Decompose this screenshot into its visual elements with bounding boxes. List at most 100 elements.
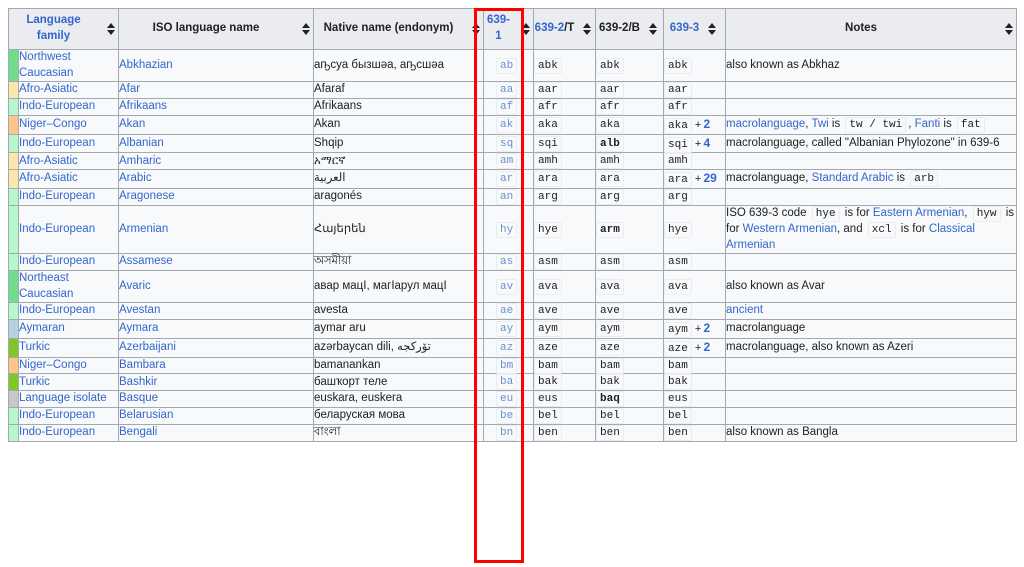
language-family-link[interactable]: Afro-Asiatic <box>19 83 78 95</box>
cell-language-family: Niger–Congo <box>18 114 119 135</box>
family-color-swatch <box>8 81 19 99</box>
iso-language-name-link[interactable]: Bambara <box>119 359 166 371</box>
sort-icon[interactable] <box>104 23 118 35</box>
language-family-link[interactable]: Northeast Caucasian <box>19 272 73 300</box>
language-family-link[interactable]: Indo-European <box>19 223 95 235</box>
language-family-link[interactable]: Indo-European <box>19 304 95 316</box>
cell-code-639-1: ay <box>483 318 534 339</box>
table-row: Indo-European Armenian Հայերեն hy hye arm hye I… <box>8 204 1017 255</box>
page-root: Language family ISO language name Native… <box>0 0 1024 567</box>
col-header-language-family[interactable]: Language family <box>8 8 119 50</box>
sort-icon[interactable] <box>646 23 660 35</box>
language-family-link[interactable]: Indo-European <box>19 100 95 112</box>
cell-language-family: Aymaran <box>18 318 119 339</box>
iso-language-name-link[interactable]: Arabic <box>119 172 152 184</box>
iso-language-name-link[interactable]: Afrikaans <box>119 100 167 112</box>
language-family-link[interactable]: Aymaran <box>19 322 65 334</box>
cell-iso-language-name: Bashkir <box>118 373 314 392</box>
note-text: , and <box>837 222 866 235</box>
table-row: Afro-Asiatic Arabic العربية ar ara ara ara + 29… <box>8 169 1017 190</box>
language-family-link[interactable]: Indo-European <box>19 255 95 267</box>
cell-iso-language-name: Avestan <box>118 302 314 320</box>
iso-language-name-link[interactable]: Albanian <box>119 137 164 149</box>
family-color-swatch <box>8 204 19 255</box>
sort-icon[interactable] <box>705 23 719 35</box>
cell-native-name: aragonés <box>313 188 484 206</box>
sort-icon[interactable] <box>580 23 594 35</box>
cell-code-639-2-t-code: bam <box>534 357 562 374</box>
iso-language-name-link[interactable]: Azerbaijani <box>119 341 176 353</box>
language-family-link[interactable]: Turkic <box>19 341 50 353</box>
iso-language-name-link[interactable]: Aragonese <box>119 190 175 202</box>
cell-code-639-2-t-code: hye <box>534 221 562 238</box>
col-header-639-3[interactable]: 639-3 <box>663 8 726 50</box>
cell-code-639-1-code: av <box>496 278 518 295</box>
language-family-link[interactable]: Language isolate <box>19 392 107 404</box>
cell-code-639-2-t: aar <box>533 81 596 99</box>
cell-code-639-2-t-code: ava <box>534 278 562 295</box>
table-row: Afro-Asiatic Amharic አማርኛ am amh amh amh <box>8 152 1017 171</box>
sort-icon[interactable] <box>299 23 313 35</box>
cell-code-639-2-b: aym <box>595 318 664 339</box>
iso-language-name-link[interactable]: Bengali <box>119 426 157 438</box>
iso-language-name-link[interactable]: Avestan <box>119 304 160 316</box>
note-link[interactable]: Western Armenian <box>743 223 837 235</box>
language-family-link[interactable]: Northwest Caucasian <box>19 51 73 79</box>
note-text: also known as Avar <box>726 279 825 292</box>
sort-icon[interactable] <box>469 23 483 35</box>
cell-language-family: Turkic <box>18 337 119 358</box>
iso-language-name-link[interactable]: Akan <box>119 118 145 130</box>
col-header-639-2-b[interactable]: 639-2/B <box>595 8 664 50</box>
cell-code-639-2-b-code: arg <box>596 189 624 206</box>
cell-notes <box>725 188 1017 206</box>
cell-code-639-1: hy <box>483 204 534 255</box>
cell-code-639-3-code: ava <box>664 278 692 295</box>
language-family-link[interactable]: Afro-Asiatic <box>19 155 78 167</box>
col-header-639-1[interactable]: 639-1 <box>483 8 534 50</box>
iso-language-name-link[interactable]: Aymara <box>119 322 158 334</box>
language-family-link[interactable]: Indo-European <box>19 137 95 149</box>
sort-icon[interactable] <box>1002 23 1016 35</box>
iso-language-name-link[interactable]: Assamese <box>119 255 173 267</box>
col-header-639-2-b-label: 639-2/B <box>599 22 640 35</box>
sort-icon[interactable] <box>519 23 533 35</box>
iso-language-name-link[interactable]: Afar <box>119 83 140 95</box>
language-family-link[interactable]: Niger–Congo <box>19 118 87 130</box>
cell-code-639-2-b-code: abk <box>596 57 624 74</box>
iso-language-name-link[interactable]: Armenian <box>119 223 168 235</box>
cell-code-639-2-t: ara <box>533 169 596 190</box>
iso-language-name-link[interactable]: Avaric <box>119 280 151 292</box>
col-header-notes[interactable]: Notes <box>725 8 1017 50</box>
note-link[interactable]: Eastern Armenian <box>873 207 964 219</box>
cell-code-639-1-code: bm <box>496 357 518 374</box>
language-family-link[interactable]: Indo-European <box>19 409 95 421</box>
note-link[interactable]: Standard Arabic <box>812 172 894 184</box>
note-link[interactable]: macrolanguage <box>726 118 805 130</box>
language-family-link[interactable]: Indo-European <box>19 190 95 202</box>
note-link[interactable]: Fanti <box>915 118 941 130</box>
iso-language-name-link[interactable]: Amharic <box>119 155 161 167</box>
cell-code-639-2-b-code: afr <box>596 98 624 115</box>
language-family-link[interactable]: Indo-European <box>19 426 95 438</box>
iso-language-name-link[interactable]: Basque <box>119 392 158 404</box>
cell-iso-language-name: Akan <box>118 114 314 135</box>
cell-code-639-1: as <box>483 253 534 271</box>
cell-notes <box>725 407 1017 425</box>
col-header-native-name-label: Native name (endonym) <box>323 22 454 35</box>
note-link[interactable]: Twi <box>811 118 828 130</box>
cell-code-639-1-code: bn <box>496 424 518 441</box>
col-header-iso-language-name[interactable]: ISO language name <box>118 8 314 50</box>
language-family-link[interactable]: Afro-Asiatic <box>19 172 78 184</box>
note-text: is <box>828 117 844 130</box>
iso-language-name-link[interactable]: Bashkir <box>119 376 157 388</box>
cell-language-family: Afro-Asiatic <box>18 152 119 171</box>
note-link[interactable]: ancient <box>726 304 763 316</box>
cell-code-639-2-t: afr <box>533 97 596 116</box>
language-family-link[interactable]: Niger–Congo <box>19 359 87 371</box>
language-family-link[interactable]: Turkic <box>19 376 50 388</box>
col-header-639-2-t[interactable]: 639-2/T <box>533 8 596 50</box>
col-header-native-name[interactable]: Native name (endonym) <box>313 8 484 50</box>
iso-language-name-link[interactable]: Belarusian <box>119 409 173 421</box>
header-row: Language family ISO language name Native… <box>8 8 1017 50</box>
iso-language-name-link[interactable]: Abkhazian <box>119 59 173 71</box>
